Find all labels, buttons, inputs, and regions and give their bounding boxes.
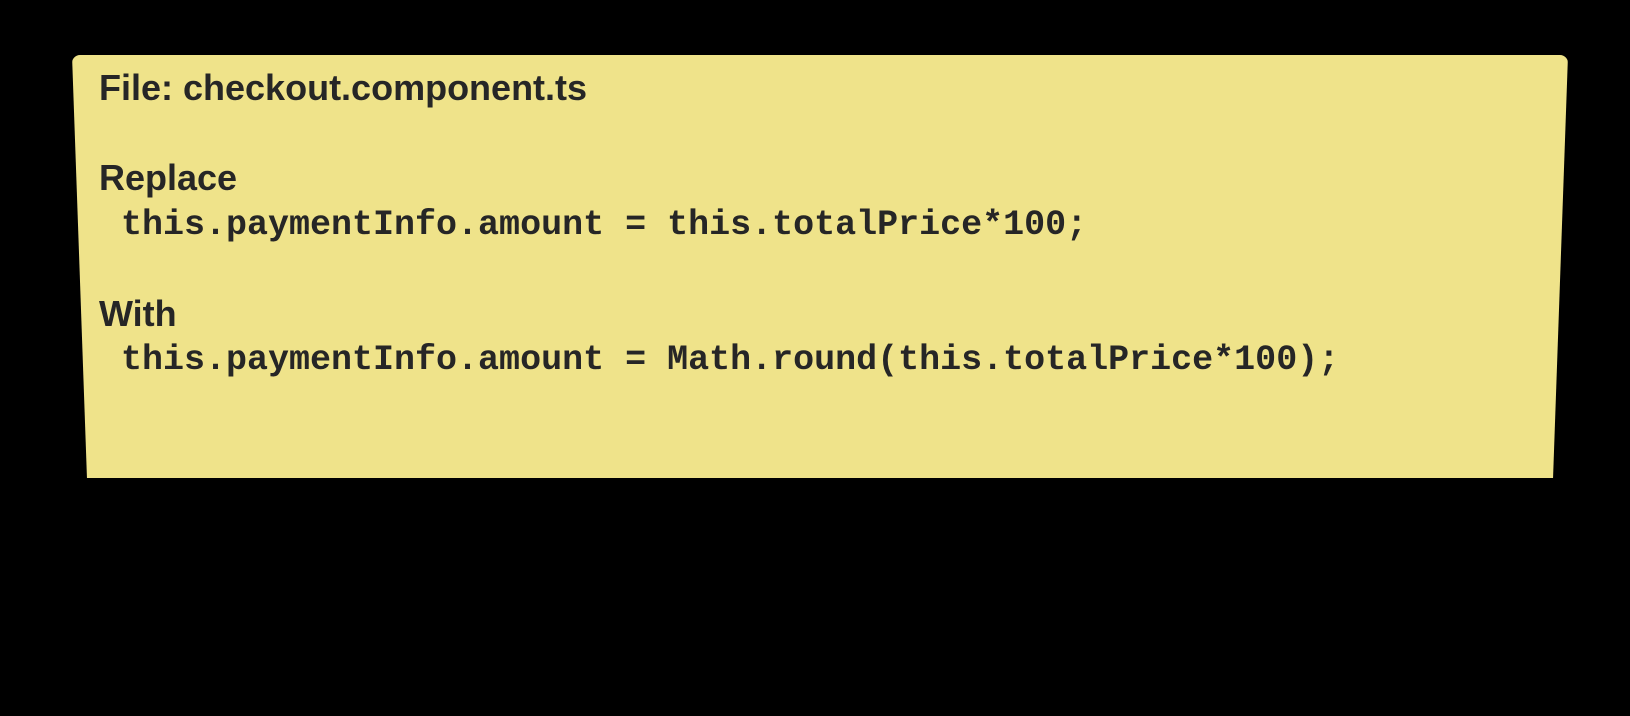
with-label: With <box>99 293 177 334</box>
sticky-note-panel: File: checkout.component.ts Replace this… <box>72 55 1568 478</box>
slide-stage: File: checkout.component.ts Replace this… <box>0 0 1630 716</box>
original-code-line: this.paymentInfo.amount = this.totalPric… <box>121 205 1088 245</box>
file-name-heading: File: checkout.component.ts <box>99 67 588 108</box>
replace-label: Replace <box>99 157 238 198</box>
replacement-code-line: this.paymentInfo.amount = Math.round(thi… <box>121 340 1340 380</box>
